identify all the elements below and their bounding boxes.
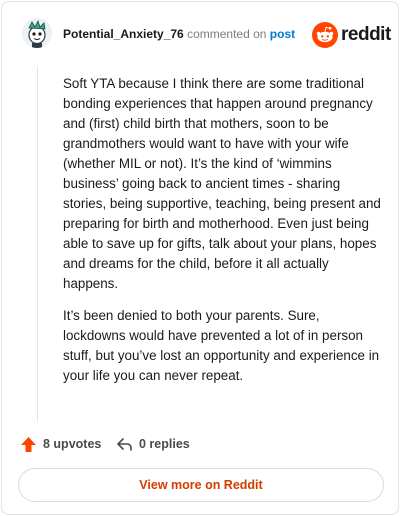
- upvote-count: 8 upvotes: [43, 437, 102, 451]
- username-link[interactable]: Potential_Anxiety_76: [63, 27, 184, 41]
- upvote-arrow-icon: [21, 436, 36, 452]
- upvote-button[interactable]: 8 upvotes: [20, 433, 101, 455]
- reddit-wordmark: reddit: [341, 24, 391, 45]
- comment-paragraph: It’s been denied to both your parents. S…: [63, 308, 380, 383]
- reddit-snoo-icon: [312, 22, 338, 48]
- commented-on-text: commented on: [187, 27, 267, 41]
- reply-count: 0 replies: [139, 437, 190, 451]
- comment-body: Soft YTA because I think there are some …: [63, 74, 381, 398]
- avatar[interactable]: [22, 18, 52, 48]
- comment-header: Potential_Anxiety_76 commented on post r…: [2, 2, 398, 66]
- thread-line: [37, 66, 38, 422]
- comment-card: Potential_Anxiety_76 commented on post r…: [1, 1, 399, 515]
- reply-arrow-icon: [117, 437, 132, 451]
- comment-actions: 8 upvotes 0 replies: [20, 433, 380, 455]
- comment-paragraph: Soft YTA because I think there are some …: [63, 76, 381, 291]
- replies-button[interactable]: 0 replies: [116, 433, 190, 455]
- view-more-on-reddit-button[interactable]: View more on Reddit: [18, 468, 384, 502]
- comment-byline: Potential_Anxiety_76 commented on post: [63, 27, 295, 41]
- post-link[interactable]: post: [270, 27, 295, 41]
